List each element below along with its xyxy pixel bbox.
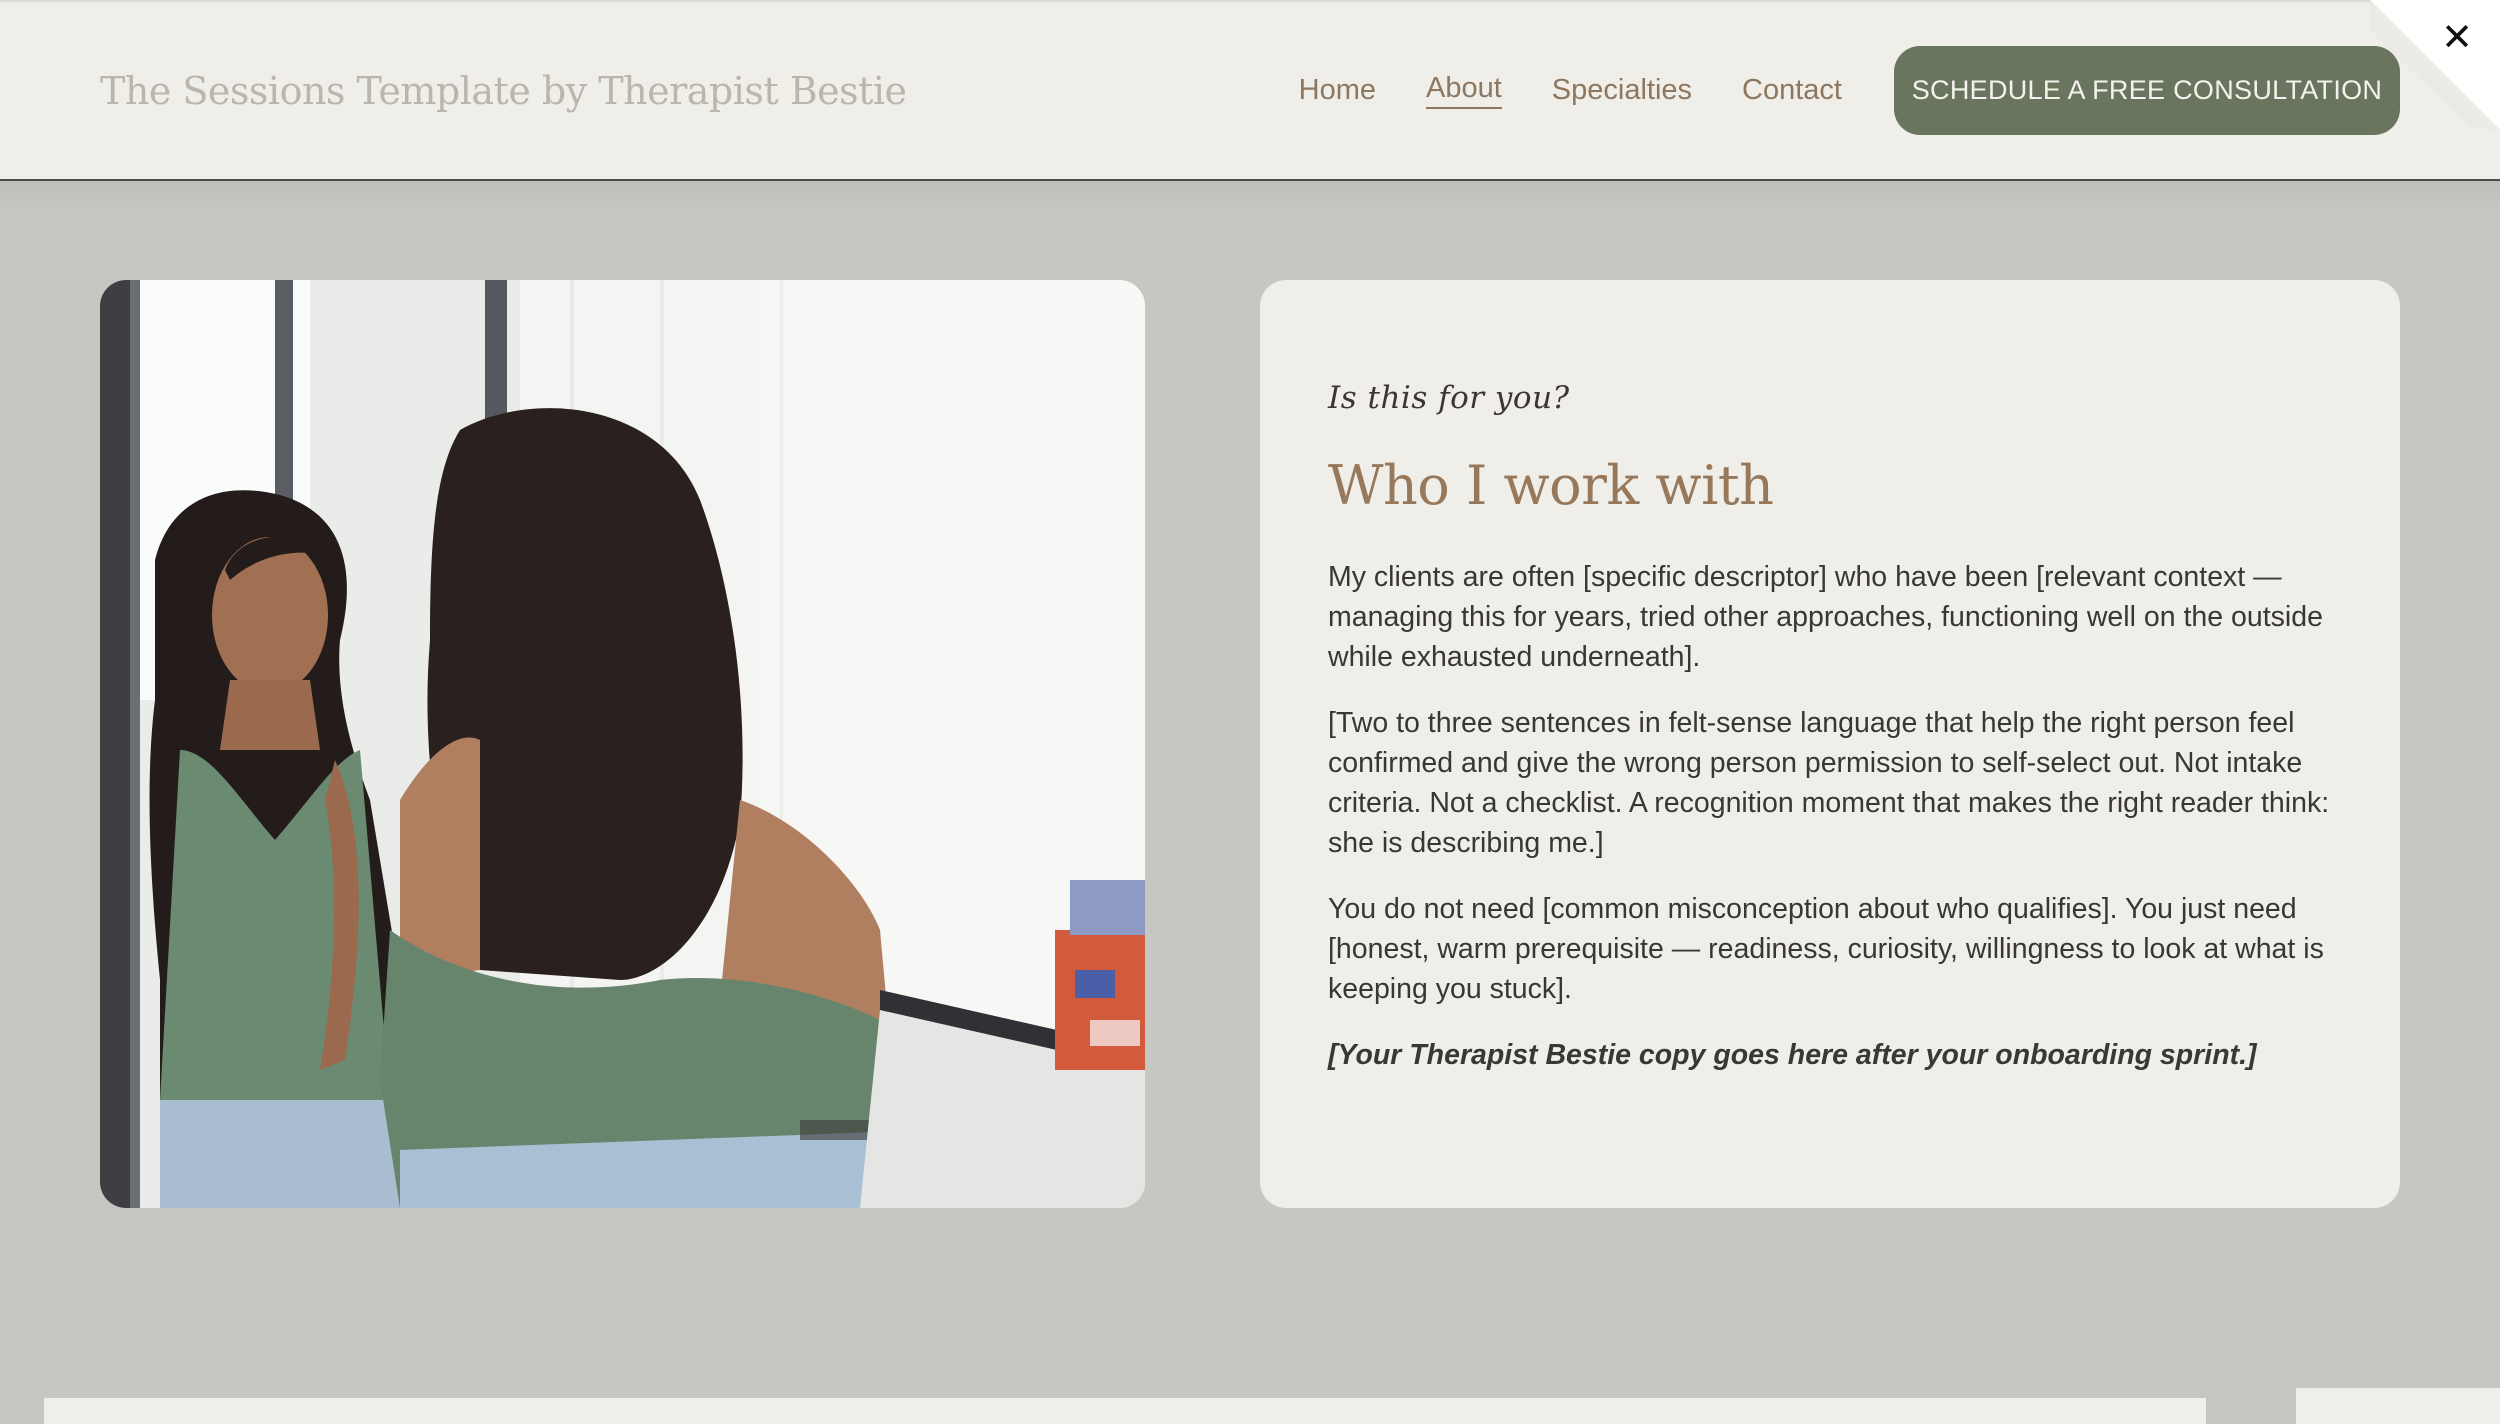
hero-photo	[100, 280, 1145, 1208]
paragraph-clients: My clients are often [specific descripto…	[1328, 561, 2323, 673]
section-heading: Who I work with	[1328, 454, 1774, 517]
header-shadow	[0, 181, 2500, 213]
nav-about[interactable]: About	[1426, 72, 1502, 109]
paragraph-misconception: You do not need [common misconception ab…	[1328, 893, 2324, 1005]
photo-illustration	[100, 280, 1145, 1208]
page: The Sessions Template by Therapist Besti…	[0, 0, 2500, 1424]
paragraph-felt-sense: [Two to three sentences in felt-sense la…	[1328, 707, 2330, 859]
who-i-work-with-card: Is this for you? Who I work with My clie…	[1260, 280, 2400, 1208]
site-title[interactable]: The Sessions Template by Therapist Besti…	[100, 69, 907, 113]
nav-home[interactable]: Home	[1299, 74, 1376, 107]
placeholder-note: [Your Therapist Bestie copy goes here af…	[1328, 1039, 2257, 1071]
nav-specialties[interactable]: Specialties	[1552, 74, 1692, 107]
schedule-consultation-button[interactable]: SCHEDULE A FREE CONSULTATION	[1894, 46, 2400, 135]
next-section-card	[44, 1398, 2206, 1424]
site-header: The Sessions Template by Therapist Besti…	[0, 0, 2500, 181]
eyebrow-text: Is this for you?	[1328, 380, 1570, 416]
nav-contact[interactable]: Contact	[1742, 74, 1842, 107]
main-nav: Home About Specialties Contact SCHEDULE …	[1249, 46, 2400, 135]
close-icon[interactable]: ✕	[2434, 14, 2480, 60]
next-section-card-right	[2296, 1388, 2500, 1424]
